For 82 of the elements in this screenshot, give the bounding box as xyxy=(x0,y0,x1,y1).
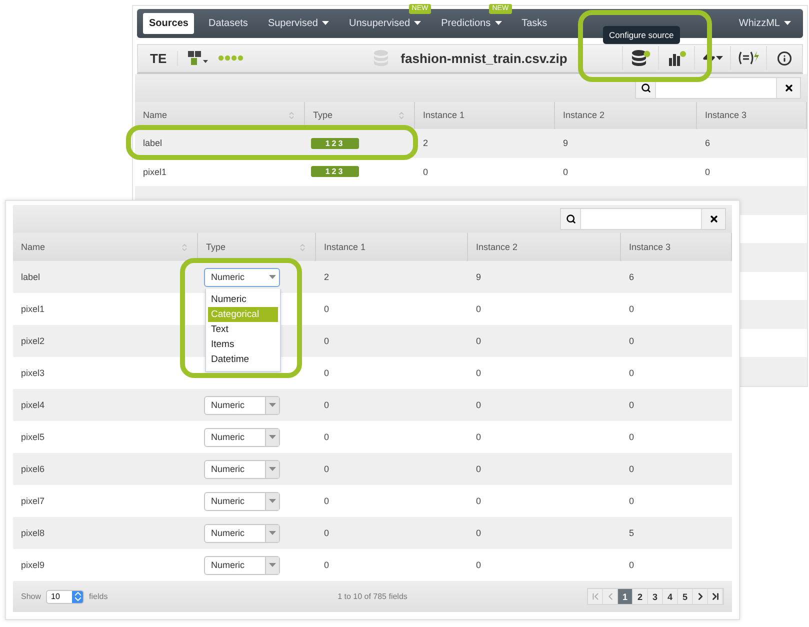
source-filename: fashion-mnist_train.csv.zip xyxy=(400,50,568,66)
dropdown-option[interactable]: Items xyxy=(208,337,278,352)
table-cell-text: 0 xyxy=(475,528,482,538)
table-cell-text: pixel2 xyxy=(20,336,46,346)
page-size-select[interactable]: 10 xyxy=(46,590,84,604)
table-cell-text: 0 xyxy=(323,368,330,378)
table-cell-text: 0 xyxy=(475,304,482,314)
table-cell-text: 0 xyxy=(323,336,330,346)
show-label: Show xyxy=(21,592,42,601)
table-cell-text: 0 xyxy=(628,560,636,570)
table-cell-text: 0 xyxy=(628,496,636,506)
table-cell-text: 0 xyxy=(475,432,482,442)
table-cell-text: 0 xyxy=(562,166,570,177)
table-cell-text: 9 xyxy=(475,272,482,282)
page-button[interactable]: 3 xyxy=(648,589,663,604)
range-label: 1 to 10 of 785 fields xyxy=(338,592,408,601)
fields-label: fields xyxy=(89,592,108,601)
type-badge: 123 xyxy=(311,138,359,149)
table-cell-text: 0 xyxy=(323,464,330,474)
table-cell-text: 0 xyxy=(475,464,482,474)
dropdown-option[interactable]: Text xyxy=(208,322,278,337)
table-cell-text: 0 xyxy=(475,336,482,346)
table-cell-text: pixel4 xyxy=(20,400,46,410)
nav-item[interactable]: Tasks xyxy=(516,12,554,34)
table-cell-text: 0 xyxy=(323,560,330,570)
nav-item[interactable]: Predictions xyxy=(435,12,508,34)
table-cell-text: 0 xyxy=(628,432,636,442)
table-cell-text: 6 xyxy=(628,272,636,282)
type-select[interactable]: Numeric xyxy=(204,428,280,446)
type-select[interactable]: Numeric xyxy=(204,460,280,478)
table-cell-text: 0 xyxy=(475,496,482,506)
dropdown-option[interactable]: Numeric xyxy=(208,292,278,307)
table-cell-text: 0 xyxy=(704,166,712,177)
tooltip: Configure source xyxy=(603,26,680,44)
type-badge: 123 xyxy=(311,166,359,178)
type-select[interactable]: Numeric xyxy=(204,396,280,414)
table-cell-text: 0 xyxy=(628,464,636,474)
table-cell-text: 6 xyxy=(704,138,712,148)
table-cell-text: label xyxy=(20,272,42,282)
column-header[interactable]: Type xyxy=(305,102,415,130)
page-button[interactable]: 5 xyxy=(678,589,693,604)
page-button[interactable]: 1 xyxy=(618,589,633,604)
type-select[interactable]: Numeric xyxy=(204,492,280,510)
table-cell-text: 0 xyxy=(628,400,636,410)
source-abbreviation: TE xyxy=(150,50,178,66)
page-button[interactable]: 2 xyxy=(633,589,648,604)
table-cell-text: 2 xyxy=(323,272,330,282)
nav-item[interactable]: Unsupervised xyxy=(342,12,428,34)
type-select[interactable]: Numeric xyxy=(204,556,280,574)
table-cell-text: 9 xyxy=(562,138,570,148)
dropdown-option[interactable]: Datetime xyxy=(208,352,278,367)
type-select[interactable]: Numeric xyxy=(204,268,280,286)
table-cell-text: 0 xyxy=(323,432,330,442)
table-cell-text: pixel5 xyxy=(20,432,46,442)
type-select[interactable]: Numeric xyxy=(204,524,280,542)
table-cell-text: 0 xyxy=(323,400,330,410)
table-cell-text: pixel1 xyxy=(20,304,46,314)
table-cell-text: 0 xyxy=(628,336,636,346)
table-cell-text: 0 xyxy=(475,560,482,570)
table-cell-text: 0 xyxy=(475,368,482,378)
table-cell-text: pixel7 xyxy=(20,496,46,506)
nav-item[interactable]: WhizzML xyxy=(732,12,797,34)
table-cell-text: 2 xyxy=(422,138,430,148)
table-cell-text: pixel8 xyxy=(20,528,46,538)
nav-item[interactable]: Sources xyxy=(143,12,194,34)
table-cell-text: 0 xyxy=(323,496,330,506)
table-cell-text: 0 xyxy=(422,166,430,177)
table-cell-text: pixel3 xyxy=(20,368,46,378)
page-button[interactable]: 4 xyxy=(663,589,678,604)
nav-item[interactable]: Datasets xyxy=(202,12,254,34)
table-cell-text: 0 xyxy=(475,400,482,410)
column-header[interactable]: Name xyxy=(135,102,305,130)
table-cell-text: 0 xyxy=(628,368,636,378)
table-cell-text: 0 xyxy=(323,304,330,314)
table-cell-text: 0 xyxy=(628,304,636,314)
table-cell-text: 5 xyxy=(628,528,636,538)
table-cell-text: 0 xyxy=(323,528,330,538)
table-cell-text: pixel1 xyxy=(142,166,168,177)
table-cell-text: pixel9 xyxy=(20,560,46,570)
nav-item[interactable]: Supervised xyxy=(262,12,335,34)
table-cell-text: pixel6 xyxy=(20,464,46,474)
table-cell-text: label xyxy=(142,138,164,148)
